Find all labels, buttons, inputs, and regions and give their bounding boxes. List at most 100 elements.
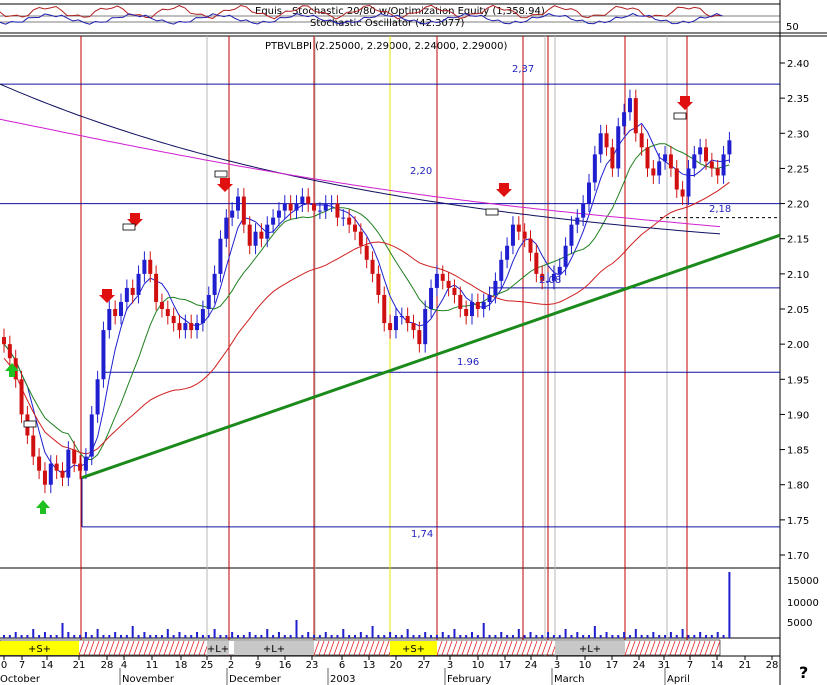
oscillator-tick: 50 xyxy=(786,22,799,33)
volume-bar-35 xyxy=(207,635,210,638)
candle-body-68 xyxy=(399,316,404,318)
x-tick-19: 17 xyxy=(499,660,512,671)
volume-bar-52 xyxy=(307,632,310,638)
candle-body-109 xyxy=(639,133,644,148)
volume-bar-31 xyxy=(184,635,187,638)
volume-bar-102 xyxy=(599,635,602,638)
volume-bar-53 xyxy=(313,635,316,638)
volume-bar-66 xyxy=(389,632,392,638)
y-tick-4: 2.20 xyxy=(787,200,809,211)
candle-body-29 xyxy=(171,316,176,324)
candle-body-110 xyxy=(645,147,650,169)
candle-body-34 xyxy=(200,309,205,324)
candle-body-70 xyxy=(411,323,416,331)
candle-body-32 xyxy=(189,323,194,331)
candle-body-73 xyxy=(429,287,434,309)
volume-bar-63 xyxy=(371,626,374,638)
volume-tick-2: 5000 xyxy=(787,618,812,629)
candle-body-107 xyxy=(627,98,632,113)
candle-body-8 xyxy=(48,463,53,485)
volume-bar-1 xyxy=(8,635,11,638)
volume-bar-107 xyxy=(628,635,631,638)
volume-bar-110 xyxy=(646,635,649,638)
candle-body-30 xyxy=(177,323,182,331)
volume-bar-95 xyxy=(558,635,561,638)
volume-bar-33 xyxy=(196,632,199,638)
candle-body-78 xyxy=(458,294,463,309)
volume-bar-121 xyxy=(710,635,713,638)
volume-bar-24 xyxy=(143,632,146,638)
oscillator-title: Stochastic Oscillator (42.3077) xyxy=(310,18,465,29)
candle-body-121 xyxy=(709,161,714,169)
candle-body-57 xyxy=(335,203,340,218)
candle-body-10 xyxy=(60,470,65,478)
candle-body-106 xyxy=(622,112,627,127)
exit-marker-4 xyxy=(23,420,37,428)
candle-body-119 xyxy=(698,147,703,155)
volume-bar-57 xyxy=(336,635,339,638)
candle-body-26 xyxy=(154,273,159,302)
candle-body-79 xyxy=(464,309,469,317)
candle-body-97 xyxy=(569,224,574,246)
month-label-3: 2003 xyxy=(330,674,355,685)
volume-bar-101 xyxy=(593,626,596,638)
volume-bar-97 xyxy=(570,635,573,638)
volume-bar-109 xyxy=(640,635,643,638)
volume-bar-28 xyxy=(166,629,169,638)
exit-marker-2 xyxy=(485,208,499,216)
candle-body-96 xyxy=(563,245,568,267)
volume-bar-47 xyxy=(277,632,280,638)
volume-bar-61 xyxy=(359,632,362,638)
candle-body-124 xyxy=(727,140,732,155)
candle-body-100 xyxy=(587,182,591,204)
volume-bar-119 xyxy=(699,632,702,638)
level-label-3: 2.08 xyxy=(539,275,561,286)
volume-bar-93 xyxy=(547,632,550,638)
volume-bar-40 xyxy=(237,635,239,638)
volume-bar-92 xyxy=(541,635,544,638)
candle-body-102 xyxy=(598,133,603,155)
candle-body-49 xyxy=(288,203,293,211)
candle-body-17 xyxy=(101,330,106,380)
candle-body-31 xyxy=(183,323,188,331)
x-tick-29: 28 xyxy=(766,660,779,671)
x-tick-25: 31 xyxy=(658,660,671,671)
volume-bar-71 xyxy=(418,635,421,638)
volume-bar-104 xyxy=(611,635,614,638)
candle-body-28 xyxy=(165,309,170,317)
candle-body-89 xyxy=(522,231,527,239)
volume-bar-3 xyxy=(20,635,23,638)
candle-body-39 xyxy=(230,210,235,218)
volume-bar-13 xyxy=(79,635,82,638)
y-tick-13: 1.75 xyxy=(787,516,809,527)
volume-bar-89 xyxy=(523,635,526,638)
month-label-5: March xyxy=(554,674,584,685)
volume-bar-123 xyxy=(722,635,725,638)
volume-bar-84 xyxy=(494,635,497,638)
volume-tick-1: 10000 xyxy=(787,598,819,609)
candle-body-37 xyxy=(218,238,223,274)
level-label-2: 2,18 xyxy=(709,204,731,215)
candle-body-81 xyxy=(475,301,480,309)
volume-bar-55 xyxy=(324,632,327,638)
volume-bar-68 xyxy=(400,635,403,638)
candle-body-58 xyxy=(341,217,346,219)
candle-body-117 xyxy=(686,168,691,197)
volume-bar-99 xyxy=(582,635,585,638)
candle-body-5 xyxy=(31,435,36,457)
x-tick-15: 20 xyxy=(390,660,403,671)
volume-bar-64 xyxy=(377,635,380,638)
volume-bar-59 xyxy=(348,635,351,638)
volume-bar-11 xyxy=(67,632,70,638)
x-tick-23: 17 xyxy=(606,660,619,671)
volume-tick-0: 15000 xyxy=(787,576,819,587)
volume-bar-36 xyxy=(213,629,216,638)
volume-bar-46 xyxy=(272,635,275,638)
candle-body-19 xyxy=(113,309,118,317)
x-tick-8: 25 xyxy=(201,660,214,671)
volume-bar-76 xyxy=(447,635,450,638)
volume-bar-6 xyxy=(38,635,41,638)
signal-band-label-1: +L+ xyxy=(207,644,229,655)
volume-bar-98 xyxy=(576,632,579,638)
volume-bar-26 xyxy=(155,635,158,638)
